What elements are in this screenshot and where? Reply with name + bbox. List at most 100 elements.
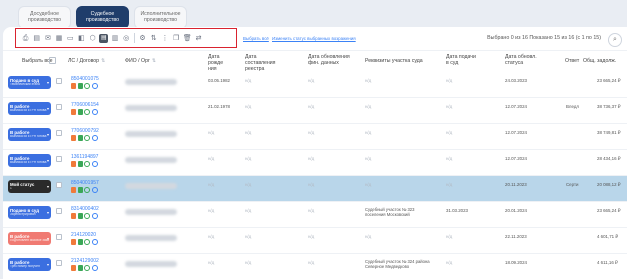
calendar-icon[interactable]: ▦ [54, 33, 64, 43]
col-registry-date[interactable]: Дата составления реестра [245, 54, 285, 72]
document-icon[interactable]: ▤ [99, 33, 109, 43]
account-link[interactable]: 7706006154 [71, 102, 99, 108]
col-status-update[interactable]: Дата обновл. статуса [505, 54, 539, 66]
status-badge[interactable]: Подано в суд Тематический этапа ▾ [8, 76, 51, 89]
info-circle-icon[interactable] [91, 213, 98, 219]
select-all-link[interactable]: Выбрать всё [243, 36, 269, 41]
account-link[interactable]: 8314000402 [71, 206, 99, 212]
row-checkbox[interactable] [56, 182, 62, 188]
info-circle-icon[interactable] [91, 239, 98, 245]
change-status-link[interactable]: Изменить статус выбранных возражения [272, 36, 356, 41]
col-debt[interactable]: Общ. задолж. [583, 58, 616, 64]
chevron-down-icon[interactable]: ▾ [47, 210, 49, 215]
document-icon[interactable] [71, 83, 76, 89]
row-checkbox[interactable] [56, 260, 62, 266]
row-checkbox[interactable] [56, 104, 62, 110]
col-court[interactable]: Реквизиты участка суда [365, 58, 423, 64]
account-link[interactable]: 1361194897 [71, 154, 98, 160]
check-circle-icon[interactable] [84, 239, 90, 245]
document-icon[interactable] [71, 187, 76, 193]
table-row[interactable]: В работе Выписка из ЕГРН готова ▾ 136119… [3, 150, 627, 176]
document-icon[interactable] [71, 109, 76, 115]
chevron-down-icon[interactable]: ▾ [47, 262, 49, 267]
copy-icon[interactable]: ❐ [171, 33, 181, 43]
status-badge[interactable]: В работе Подготовлен исковое заявление ▾ [8, 232, 51, 245]
chart-icon[interactable] [77, 83, 83, 89]
col-submit-date[interactable]: Дата подачи в суд [446, 54, 480, 66]
check-circle-icon[interactable] [84, 161, 90, 167]
search-icon[interactable]: ⌕ [608, 33, 622, 47]
chart-icon[interactable] [77, 135, 83, 141]
row-checkbox[interactable] [56, 130, 62, 136]
status-badge[interactable]: В работе Выписка из ЕГРН готова ▾ [8, 128, 51, 141]
col-birth[interactable]: Дата рожде ния [208, 54, 226, 72]
chevron-down-icon[interactable]: ▾ [47, 106, 49, 111]
chart-icon[interactable] [77, 239, 83, 245]
check-circle-icon[interactable] [84, 187, 90, 193]
account-link[interactable]: 8504001957 [71, 180, 99, 186]
tab-pretrial[interactable]: Досудебное производство [18, 6, 71, 29]
envelope-icon[interactable]: ✉ [43, 33, 53, 43]
info-circle-icon[interactable] [91, 135, 98, 141]
delete-icon[interactable]: 🗑 [182, 33, 192, 43]
layers-icon[interactable]: ◎ [121, 33, 131, 43]
info-circle-icon[interactable] [91, 83, 98, 89]
col-account[interactable]: ЛС / Договор ⇅ [68, 58, 105, 64]
info-circle-icon[interactable] [91, 109, 98, 115]
tab-judicial[interactable]: Судебное производство [76, 6, 129, 29]
row-checkbox[interactable] [56, 156, 62, 162]
status-badge[interactable]: В работе Выписка из ЕГРН готова ▾ [8, 102, 51, 115]
row-checkbox[interactable] [56, 78, 62, 84]
chevron-down-icon[interactable]: ▾ [47, 184, 49, 189]
col-respondent[interactable]: Ответ [565, 58, 579, 64]
status-badge[interactable]: Подано в суд Зарегистрирован ▾ [8, 206, 51, 219]
account-link[interactable]: 7706000792 [71, 128, 99, 134]
info-circle-icon[interactable] [91, 187, 98, 193]
document-icon[interactable] [71, 135, 76, 141]
col-select-all[interactable]: Выбрать все [22, 58, 53, 64]
chart-icon[interactable] [77, 161, 83, 167]
chevron-down-icon[interactable]: ▾ [47, 80, 49, 85]
table-row[interactable]: В работе Выписка из ЕГРН готова ▾ 770600… [3, 124, 627, 150]
check-circle-icon[interactable] [84, 109, 90, 115]
table-row[interactable]: Подано в суд Тематический этапа ▾ 850400… [3, 72, 627, 98]
account-link[interactable]: 8504001075 [71, 76, 99, 82]
col-fio[interactable]: ФИО / Орг ⇅ [125, 58, 156, 64]
account-link[interactable]: 214120020 [71, 232, 96, 238]
row-checkbox[interactable] [56, 208, 62, 214]
chart-icon[interactable] [77, 213, 83, 219]
check-circle-icon[interactable] [84, 135, 90, 141]
certificate-icon[interactable]: ⬡ [88, 33, 98, 43]
table-row[interactable]: Подано в суд Зарегистрирован ▾ 831400040… [3, 202, 627, 228]
document-icon[interactable] [71, 161, 76, 167]
document-icon[interactable] [71, 213, 76, 219]
account-link[interactable]: 2124129002 [71, 258, 99, 264]
table-row[interactable]: В работе Выписка из ЕГРН готова ▾ 770600… [3, 98, 627, 124]
chart-icon[interactable] [77, 265, 83, 271]
settings-icon[interactable]: ⚙ [138, 33, 148, 43]
col-update-date[interactable]: Дата обновления фин. данных [308, 54, 350, 66]
sort-icon[interactable]: ⇅ [149, 33, 159, 43]
info-circle-icon[interactable] [91, 265, 98, 271]
chevron-down-icon[interactable]: ▾ [47, 158, 49, 163]
more-icon[interactable]: ⋮ [160, 33, 170, 43]
table-row[interactable]: В работе Подготовлен исковое заявление ▾… [3, 228, 627, 254]
chevron-down-icon[interactable]: ▾ [47, 236, 49, 241]
download-icon[interactable]: ▥ [110, 33, 120, 43]
sms-icon[interactable]: ▤ [32, 33, 42, 43]
check-circle-icon[interactable] [84, 213, 90, 219]
table-row[interactable]: В работе Трек номер получен ▾ 2124129002… [3, 254, 627, 279]
print-icon[interactable]: ⎙ [21, 33, 30, 43]
money-icon[interactable]: ◧ [76, 33, 86, 43]
check-circle-icon[interactable] [84, 265, 90, 271]
table-row[interactable]: Мой статус 1 ▾ 8504001957 н/д н/д н/д н/д н/… [3, 176, 627, 202]
select-all-checkbox[interactable] [49, 57, 56, 64]
document-icon[interactable] [71, 239, 76, 245]
status-badge[interactable]: В работе Трек номер получен ▾ [8, 258, 51, 271]
chevron-down-icon[interactable]: ▾ [47, 132, 49, 137]
status-badge[interactable]: Мой статус 1 ▾ [8, 180, 51, 193]
document-icon[interactable] [71, 265, 76, 271]
chart-icon[interactable] [77, 187, 83, 193]
chart-icon[interactable] [77, 109, 83, 115]
tab-enforcement[interactable]: Исполнительное производство [134, 6, 187, 29]
